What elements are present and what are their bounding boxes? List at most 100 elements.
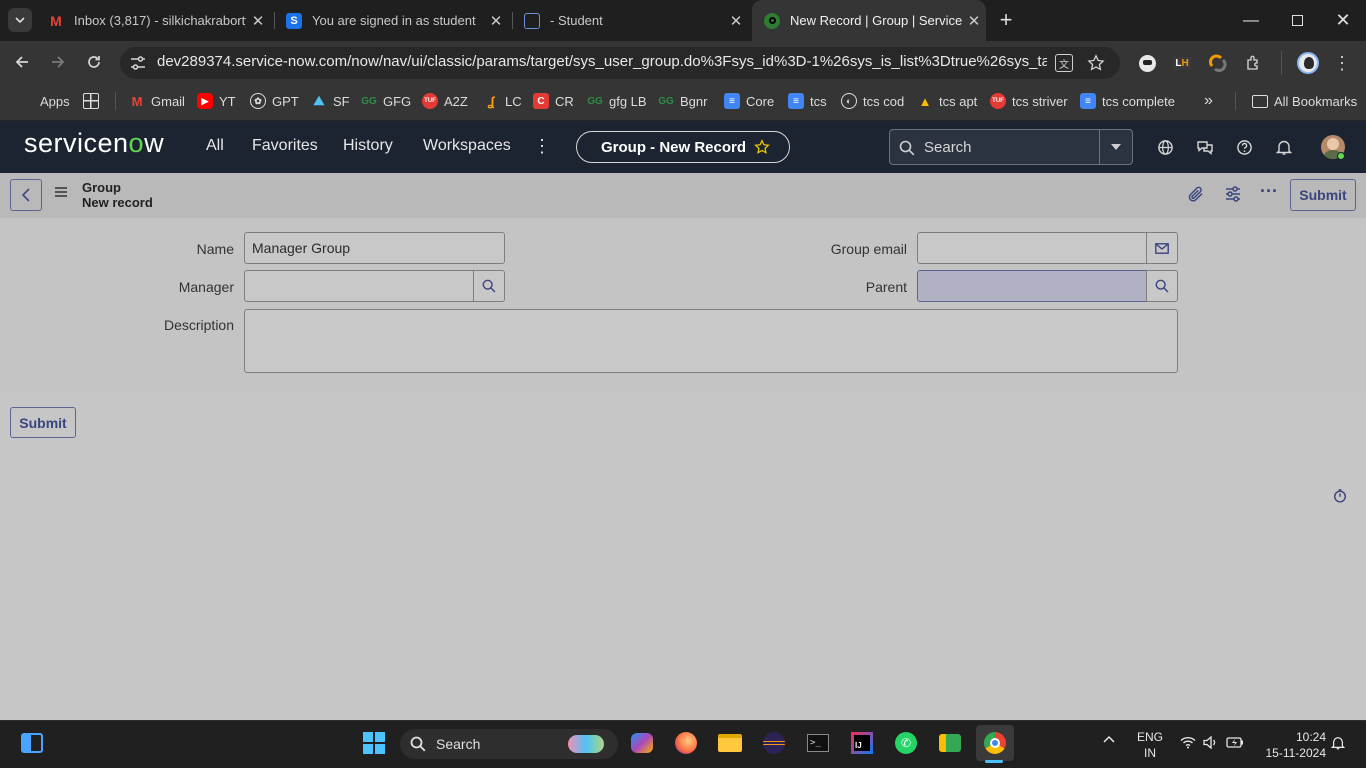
chat-app-icon[interactable] [935,728,965,758]
tab-search-button[interactable] [8,8,32,32]
favorite-star-icon[interactable] [754,139,770,155]
bookmark-bgnr[interactable]: GG Bgnr [658,91,707,111]
back-button[interactable] [10,179,42,211]
docs-icon: ≡ [788,93,804,109]
notification-center-bell-icon[interactable] [1331,735,1345,751]
context-menu-hamburger-icon[interactable] [55,187,69,199]
bookmark-tab-groups[interactable] [83,91,105,111]
nav-all[interactable]: All [206,137,224,155]
group-email-label: Group email [830,241,907,257]
bookmark-yt[interactable]: ▶ YT [197,91,236,111]
forward-arrow-icon[interactable] [46,50,70,74]
chrome-taskbar-icon[interactable] [976,725,1014,761]
nav-history[interactable]: History [343,137,393,155]
nav-more-icon[interactable]: ⋮ [533,136,551,157]
bookmark-tcs-complete[interactable]: ≡ tcs complete [1080,91,1175,111]
chrome-menu-icon[interactable]: ⋮ [1330,51,1354,75]
close-window-icon[interactable]: ✕ [1320,0,1366,41]
site-info-icon[interactable] [128,53,148,73]
notifications-bell-icon[interactable] [1272,136,1296,158]
back-arrow-icon[interactable] [10,50,34,74]
name-field[interactable]: Manager Group [244,232,505,264]
show-hidden-icons-chevron-icon[interactable] [1103,735,1115,743]
windows-start-icon[interactable] [359,728,389,758]
group-email-field[interactable] [917,232,1147,264]
file-explorer-icon[interactable] [715,728,745,758]
profile-avatar[interactable] [1296,51,1320,75]
firefox-icon[interactable] [671,728,701,758]
more-options-ellipsis-icon[interactable]: ··· [1259,182,1279,205]
wifi-icon[interactable] [1180,736,1196,749]
browser-tab-student[interactable]: - Student ✕ [512,0,748,41]
submit-button-top[interactable]: Submit [1290,179,1356,211]
widgets-icon[interactable] [17,728,47,758]
tab-groups-icon [83,93,99,109]
bookmark-tcs[interactable]: ≡ tcs [788,91,827,111]
restore-window-icon[interactable] [1274,0,1320,41]
volume-icon[interactable] [1203,736,1217,749]
bookmark-tcs-apt[interactable]: ▲ tcs apt [917,91,978,111]
bookmark-star-icon[interactable] [1085,52,1107,74]
help-icon[interactable] [1232,136,1256,158]
extension-arc-icon[interactable] [1207,52,1229,74]
intellij-icon[interactable]: IJ [847,728,877,758]
translate-icon[interactable]: 文 [1053,52,1075,74]
reload-icon[interactable] [82,50,106,74]
close-tab-icon[interactable]: ✕ [962,12,986,30]
extension-ghost-icon[interactable] [1136,52,1158,74]
personalize-form-sliders-icon[interactable] [1224,185,1244,205]
bookmark-tcs-cod[interactable]: ◐ tcs cod [841,91,904,111]
close-tab-icon[interactable]: ✕ [484,12,508,30]
bookmark-lc[interactable]: ʆ LC [483,91,521,111]
submit-button-bottom[interactable]: Submit [10,407,76,438]
close-tab-icon[interactable]: ✕ [246,12,270,30]
nav-workspaces[interactable]: Workspaces [423,137,511,155]
parent-field[interactable] [917,270,1147,302]
bookmark-a2z[interactable]: TUF A2Z [422,91,468,111]
whatsapp-icon[interactable]: ✆ [891,728,921,758]
extensions-puzzle-icon[interactable] [1243,52,1265,74]
system-clock[interactable]: 10:24 15-11-2024 [1258,730,1327,760]
language-indicator[interactable]: ENG IN [1136,730,1164,760]
bookmark-apps[interactable]: Apps [18,91,70,111]
globe-icon[interactable] [1153,136,1177,158]
close-tab-icon[interactable]: ✕ [724,12,748,30]
bookmark-gfg[interactable]: GG GFG [361,91,411,111]
attachment-paperclip-icon[interactable] [1187,185,1207,205]
bookmark-sf[interactable]: ⛰ SF [311,91,350,111]
battery-charging-icon[interactable] [1226,736,1244,749]
new-tab-button[interactable]: + [994,7,1018,32]
cr-icon: C [533,93,549,109]
response-time-icon[interactable] [1333,489,1347,503]
manager-field[interactable] [244,270,474,302]
send-email-button[interactable] [1146,232,1178,264]
context-pill[interactable]: Group - New Record [576,131,790,163]
url-text[interactable]: dev289374.service-now.com/now/nav/ui/cla… [157,53,1047,70]
servicenow-logo[interactable]: servicenow [24,128,164,159]
nav-favorites[interactable]: Favorites [252,137,318,155]
search-scope-dropdown-icon[interactable] [1110,143,1122,151]
browser-tab-gmail[interactable]: M Inbox (3,817) - silkichakraborty2 ✕ [36,0,270,41]
bookmark-gmail[interactable]: M Gmail [129,91,185,111]
browser-tab-student-signin[interactable]: S You are signed in as student ✕ [274,0,508,41]
search-input[interactable]: Search [924,139,972,156]
bookmark-gpt[interactable]: ✿ GPT [250,91,299,111]
bookmark-gfg-lb[interactable]: GG gfg LB [587,91,646,111]
minimize-window-icon[interactable]: — [1228,0,1274,41]
terminal-icon[interactable]: >_ [803,728,833,758]
global-search[interactable]: Search [889,129,1133,165]
all-bookmarks-button[interactable]: All Bookmarks [1252,91,1357,111]
parent-lookup-button[interactable] [1146,270,1178,302]
taskbar-search[interactable]: Search [400,729,618,759]
lighthouse-extension-icon[interactable]: LH [1171,52,1193,74]
description-textarea[interactable] [244,309,1178,373]
bookmark-core[interactable]: ≡ Core [724,91,774,111]
manager-lookup-button[interactable] [473,270,505,302]
bookmark-cr[interactable]: C CR [533,91,574,111]
browser-tab-servicenow[interactable]: New Record | Group | ServiceNow ✕ [752,0,986,41]
eclipse-icon[interactable] [759,728,789,758]
copilot-icon[interactable] [627,728,657,758]
bookmark-tcs-striver[interactable]: TUF tcs striver [990,91,1068,111]
more-bookmarks-chevron-icon[interactable]: » [1204,91,1213,111]
chat-icon[interactable] [1193,136,1217,158]
